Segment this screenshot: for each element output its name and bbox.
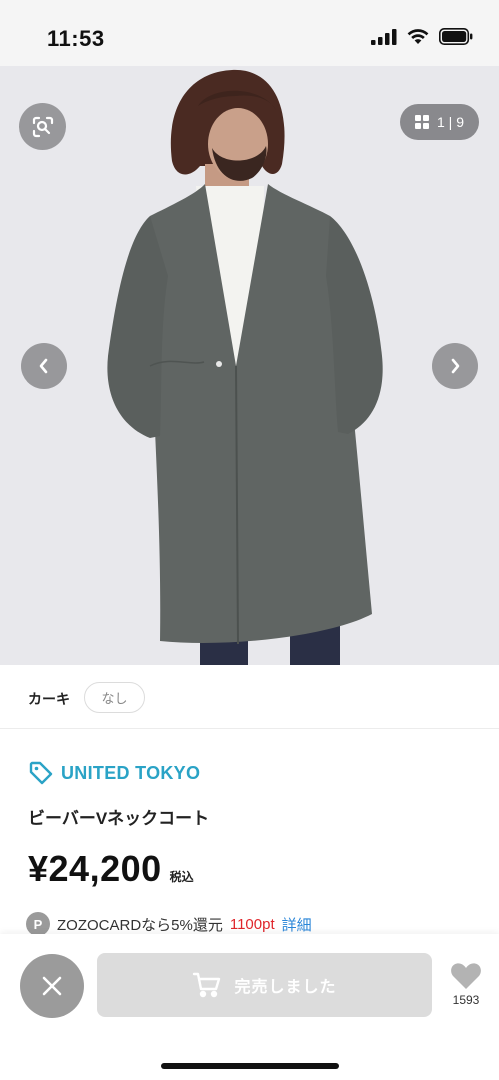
close-button[interactable] [20, 954, 84, 1018]
signal-icon [371, 28, 397, 45]
sold-out-button[interactable]: 完売しました [97, 953, 432, 1017]
next-image-button[interactable] [432, 343, 478, 389]
product-image-gallery[interactable]: 1 | 9 [0, 66, 499, 665]
cart-icon [193, 972, 221, 998]
image-counter[interactable]: 1 | 9 [400, 104, 479, 140]
grid-icon [415, 115, 429, 129]
chevron-right-icon [451, 358, 460, 374]
points-amount: 1100pt [229, 915, 275, 933]
chevron-left-icon [39, 358, 48, 374]
status-time: 11:53 [47, 26, 105, 51]
home-indicator [161, 1063, 339, 1069]
bottom-action-bar: 完売しました 1593 [0, 934, 499, 1080]
points-detail-link[interactable]: 詳細 [282, 914, 312, 935]
sold-out-label: 完売しました [234, 979, 337, 996]
heart-icon [451, 963, 481, 989]
points-row: P ZOZOCARDなら5%還元 1100pt 詳細 [26, 912, 312, 936]
image-search-button[interactable] [19, 103, 66, 150]
close-icon [42, 976, 62, 996]
color-size-row: カーキ なし [0, 665, 499, 729]
price: ¥24,200 [28, 848, 162, 889]
wifi-icon [407, 29, 429, 44]
favorite-count: 1593 [452, 993, 480, 1007]
brand-name: UNITED TOKYO [61, 762, 201, 783]
scan-search-icon [32, 116, 53, 137]
favorite-button[interactable]: 1593 [444, 962, 488, 1007]
points-badge-icon: P [26, 912, 50, 936]
price-row: ¥24,200 税込 [28, 848, 194, 890]
product-name: ビーバーVネックコート [28, 809, 210, 828]
image-counter-text: 1 | 9 [437, 114, 464, 130]
brand-link[interactable]: UNITED TOKYO [28, 760, 200, 786]
tag-icon [29, 761, 53, 785]
points-text: ZOZOCARDなら5%還元 [57, 916, 223, 934]
status-icons [371, 28, 473, 45]
size-option-chip[interactable]: なし [84, 682, 145, 713]
battery-icon [439, 28, 473, 45]
previous-image-button[interactable] [21, 343, 67, 389]
tax-label: 税込 [169, 870, 194, 884]
color-name: カーキ [28, 691, 70, 707]
product-photo [0, 66, 499, 665]
status-bar: 11:53 [0, 0, 499, 66]
